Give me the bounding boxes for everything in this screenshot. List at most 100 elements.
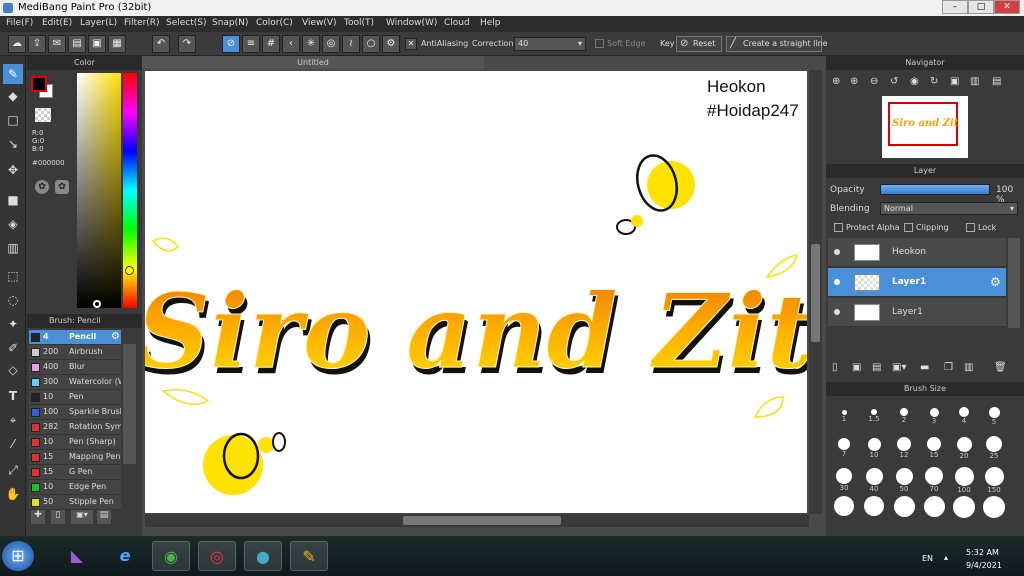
- brush-size-cell[interactable]: 100: [950, 462, 978, 494]
- reset-button[interactable]: ⊘ Reset: [676, 36, 722, 52]
- brush-item[interactable]: 4 Pencil: [29, 330, 121, 345]
- duplicate-layer-icon[interactable]: ❐: [944, 362, 953, 373]
- menu-select[interactable]: Select(S): [166, 18, 207, 28]
- new-brush-icon[interactable]: ▯: [51, 510, 65, 524]
- brush-item[interactable]: 50 Stipple Pen: [29, 495, 121, 510]
- vertical-scroll-thumb[interactable]: [811, 244, 820, 342]
- layer-gear-icon[interactable]: ⚙: [990, 275, 1001, 289]
- brush-size-cell[interactable]: [980, 494, 1008, 522]
- brush-item[interactable]: 300 Watercolor (W: [29, 375, 121, 390]
- brush-size-cell[interactable]: 7: [830, 430, 858, 458]
- blending-select[interactable]: Normal ▾: [880, 202, 1018, 215]
- brush-size-cell[interactable]: 150: [980, 462, 1008, 494]
- green-app-icon[interactable]: ◉: [152, 541, 190, 571]
- brush-item[interactable]: 10 Pen (Sharp): [29, 435, 121, 450]
- clock-time[interactable]: 5:32 AM: [966, 548, 999, 557]
- lasso-tool-icon[interactable]: ◌: [3, 290, 23, 310]
- brush-size-cell[interactable]: 70: [920, 462, 948, 493]
- cloud-icon[interactable]: ☁: [8, 35, 26, 53]
- clock-date[interactable]: 9/4/2021: [966, 561, 1002, 570]
- snap-grid-icon[interactable]: #: [262, 35, 280, 53]
- snap-off-icon[interactable]: ⊘: [222, 35, 240, 53]
- hand-tool-icon[interactable]: ✋: [3, 484, 23, 504]
- visibility-icon[interactable]: [834, 249, 840, 255]
- brush-size-cell[interactable]: [860, 494, 888, 522]
- hue-handle[interactable]: [125, 266, 134, 275]
- gradient-tool-icon[interactable]: ▥: [3, 238, 23, 258]
- medibang-icon[interactable]: ●: [244, 541, 282, 571]
- brush-item[interactable]: 15 Mapping Pen: [29, 450, 121, 465]
- close-button[interactable]: ✕: [994, 0, 1020, 14]
- menu-file[interactable]: File(F): [6, 18, 33, 28]
- move-tool-icon[interactable]: ✥: [3, 160, 23, 180]
- brush-item[interactable]: 400 Blur: [29, 360, 121, 375]
- new-file-icon[interactable]: ▤: [68, 35, 86, 53]
- layer-scrollbar[interactable]: [1008, 238, 1020, 328]
- maximize-button[interactable]: □: [968, 0, 994, 14]
- select-rect-tool-icon[interactable]: ⬚: [3, 266, 23, 286]
- brush-size-cell[interactable]: 25: [980, 430, 1008, 460]
- magic-wand-tool-icon[interactable]: ✦: [3, 314, 23, 334]
- visibility-icon[interactable]: [834, 309, 840, 315]
- menu-color[interactable]: Color(C): [256, 18, 293, 28]
- brush-size-cell[interactable]: 4: [950, 398, 978, 426]
- brush-size-cell[interactable]: 5: [980, 398, 1008, 426]
- brush-size-cell[interactable]: 30: [830, 462, 858, 492]
- operation-tool-icon[interactable]: ⌖: [3, 410, 23, 430]
- visual-studio-icon[interactable]: ◣: [58, 541, 96, 571]
- saturation-value-picker[interactable]: [77, 73, 121, 308]
- menu-help[interactable]: Help: [480, 18, 501, 28]
- chrome-icon[interactable]: ◎: [198, 541, 236, 571]
- opacity-slider[interactable]: [880, 184, 990, 195]
- layer-row-layer1[interactable]: Layer1: [828, 298, 1006, 327]
- snap-radial-icon[interactable]: ✳: [302, 35, 320, 53]
- protect-alpha-checkbox[interactable]: [834, 223, 843, 232]
- document-tab[interactable]: Untitled: [142, 56, 484, 69]
- palette-settings-icon[interactable]: ✿: [55, 180, 69, 194]
- clipping-checkbox[interactable]: [904, 223, 913, 232]
- straight-line-button[interactable]: ╱ Create a straight line: [726, 36, 828, 52]
- brush-size-cell[interactable]: 2: [890, 398, 918, 426]
- add-brush-icon[interactable]: ✚: [31, 510, 45, 524]
- transparent-color[interactable]: [35, 108, 51, 122]
- brush-size-cell[interactable]: 20: [950, 430, 978, 460]
- select-eraser-tool-icon[interactable]: ◇: [3, 360, 23, 380]
- rect-tool-icon[interactable]: □: [3, 110, 23, 130]
- brush-item[interactable]: 200 Airbrush: [29, 345, 121, 360]
- brush-item[interactable]: 10 Edge Pen: [29, 480, 121, 495]
- brush-tool-icon[interactable]: ✎: [3, 64, 23, 84]
- brush-size-cell[interactable]: 50: [890, 462, 918, 493]
- brush-size-cell[interactable]: 40: [860, 462, 888, 493]
- brush-size-cell[interactable]: [950, 494, 978, 522]
- antialiasing-checkbox[interactable]: ✕: [405, 38, 417, 50]
- fit-icon[interactable]: ▣: [950, 76, 959, 87]
- drawing-canvas[interactable]: Siro and Zit Siro and Zit Heokon #Hoidap…: [145, 71, 807, 513]
- tray-arrow-icon[interactable]: ▴: [944, 553, 948, 562]
- brush-size-cell[interactable]: 15: [920, 430, 948, 459]
- minimize-button[interactable]: –: [942, 0, 968, 14]
- horizontal-scroll-thumb[interactable]: [403, 516, 561, 525]
- brush-size-cell[interactable]: [920, 494, 948, 522]
- brush-size-cell[interactable]: 12: [890, 430, 918, 459]
- eraser-tool-icon[interactable]: ◆: [3, 86, 23, 106]
- foreground-color[interactable]: [31, 76, 47, 92]
- internet-explorer-icon[interactable]: e: [106, 541, 144, 571]
- folder-icon[interactable]: ▬: [920, 362, 929, 373]
- redo-icon[interactable]: ↷: [178, 35, 196, 53]
- rotate-right-icon[interactable]: ↻: [930, 76, 938, 87]
- brush-size-cell[interactable]: 1.5: [860, 398, 888, 426]
- new-halftone-layer-icon[interactable]: ▣: [852, 362, 861, 373]
- brush-size-cell[interactable]: 1: [830, 398, 858, 426]
- text-tool-icon[interactable]: T: [3, 386, 23, 406]
- copy-layer-icon[interactable]: ▤: [872, 362, 881, 373]
- menu-tool[interactable]: Tool(T): [344, 18, 374, 28]
- delete-layer-icon[interactable]: 🗑: [994, 362, 1007, 373]
- eyedropper-tool-icon[interactable]: ⁄: [3, 434, 23, 454]
- sv-cursor[interactable]: [93, 300, 101, 308]
- start-button-icon[interactable]: ⊞: [2, 541, 34, 571]
- canvas-horizontal-scrollbar[interactable]: [145, 514, 809, 527]
- divide-tool-icon[interactable]: ⤢: [3, 460, 23, 480]
- zoom-in-icon[interactable]: ⊕: [832, 76, 840, 87]
- lock-icon[interactable]: ▤: [992, 76, 1001, 87]
- visibility-icon[interactable]: [834, 279, 840, 285]
